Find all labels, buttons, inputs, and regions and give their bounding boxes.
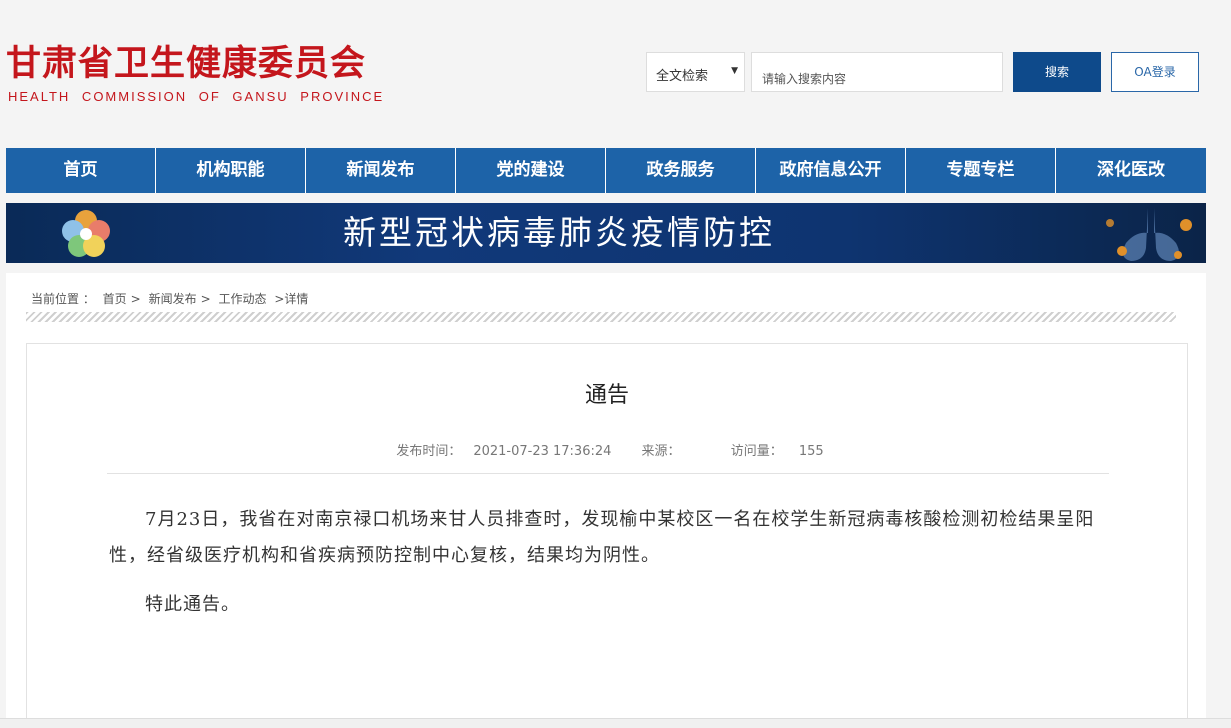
article-panel: 通告 发布时间： 2021-07-23 17:36:24 来源： 访问量： 155… [26,343,1188,728]
search-type-label: 全文检索 [656,69,709,84]
breadcrumb-news[interactable]: 新闻发布 [149,292,197,306]
main-nav: 首页 机构职能 新闻发布 党的建设 政务服务 政府信息公开 专题专栏 深化医改 [6,148,1206,193]
covid-banner[interactable]: 新型冠状病毒肺炎疫情防控 [6,203,1206,263]
nav-item-disclosure[interactable]: 政府信息公开 [756,148,906,193]
breadcrumb-home[interactable]: 首页 [103,292,127,306]
article-paragraph: 7月23日，我省在对南京禄口机场来甘人员排查时，发现榆中某校区一名在校学生新冠病… [109,509,1095,566]
nav-item-reform[interactable]: 深化医改 [1056,148,1206,193]
visits-label: 访问量： [730,444,783,459]
breadcrumb-work[interactable]: 工作动态 [218,292,266,306]
article-meta: 发布时间： 2021-07-23 17:36:24 来源： 访问量： 155 [27,440,1187,459]
hatched-divider [26,312,1176,322]
source-label: 来源： [641,444,681,459]
banner-title: 新型冠状病毒肺炎疫情防控 [343,213,775,252]
breadcrumb-detail: >详情 [274,292,309,306]
site-logo-title[interactable]: 甘肃省卫生健康委员会 [6,42,366,86]
flower-logo-icon [62,210,110,257]
breadcrumb-separator: > [200,292,211,306]
chevron-down-icon: ▼ [731,66,738,76]
nav-item-party[interactable]: 党的建设 [456,148,606,193]
publish-label: 发布时间： [396,444,462,459]
article-title: 通告 [584,383,629,408]
lungs-icon [1106,208,1192,261]
nav-item-topics[interactable]: 专题专栏 [906,148,1056,193]
breadcrumb-separator: > [130,292,141,306]
article-paragraph: 特此通告。 [145,594,240,615]
oa-login-button[interactable]: OA登录 [1111,52,1199,92]
search-input[interactable] [751,52,1003,92]
nav-item-services[interactable]: 政务服务 [606,148,756,193]
search-type-select[interactable]: 全文检索 ▼ [646,52,745,92]
content-area: 当前位置 ： 首页 > 新闻发布 > 工作动态 >详情 通告 发布时间： 2021-0… [6,273,1206,728]
nav-item-home[interactable]: 首页 [6,148,156,193]
site-logo-subtitle: HEALTH COMMISSION OF GANSU PROVINCE [8,89,385,104]
meta-divider [107,473,1109,474]
nav-item-functions[interactable]: 机构职能 [156,148,306,193]
publish-time: 2021-07-23 17:36:24 [473,444,612,459]
search-button[interactable]: 搜索 [1013,52,1101,92]
site-header: 甘肃省卫生健康委员会 HEALTH COMMISSION OF GANSU PR… [0,0,1231,148]
breadcrumb: 当前位置 ： 首页 > 新闻发布 > 工作动态 >详情 [31,290,312,307]
nav-item-news[interactable]: 新闻发布 [306,148,456,193]
breadcrumb-prefix: 当前位置 ： [31,292,95,306]
bottom-scroll-strip [0,718,1231,728]
visits-count: 155 [798,444,824,459]
